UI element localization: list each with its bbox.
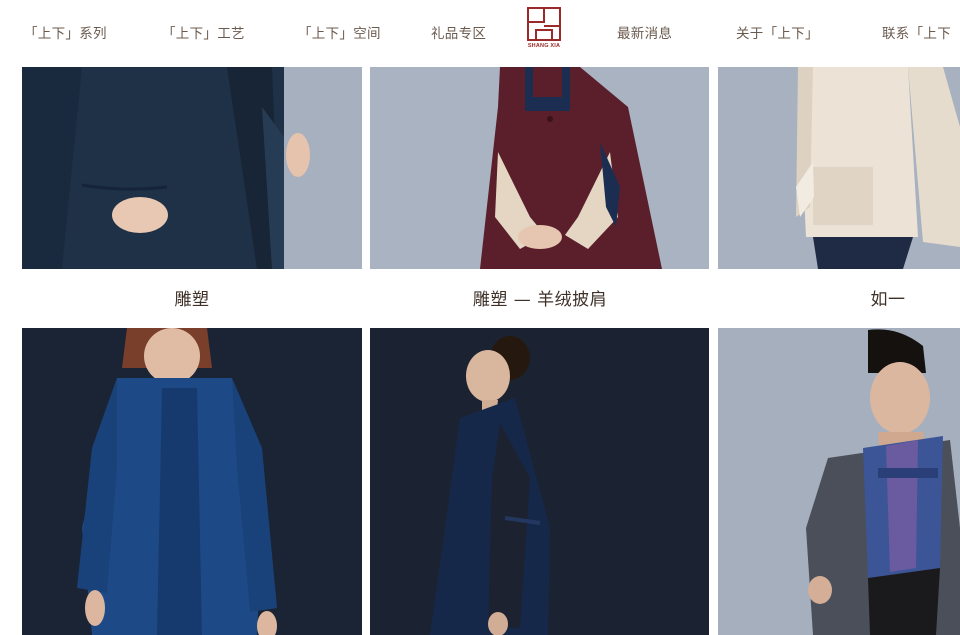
product-caption[interactable]: 雕塑 — 羊绒披肩 (370, 285, 710, 310)
navy-coat-photo-icon (22, 67, 362, 269)
product-card-6[interactable] (718, 328, 960, 635)
scarf-man-photo-icon (718, 328, 960, 635)
site-header: 「上下」系列 「上下」工艺 「上下」空间 礼品专区 SHANG XIA 最新消息… (0, 0, 960, 67)
product-card-4[interactable] (22, 328, 362, 635)
nav-about[interactable]: 关于「上下」 (736, 22, 819, 42)
product-card-2[interactable]: 雕塑 — 羊绒披肩 (370, 67, 710, 317)
product-photo[interactable] (22, 67, 362, 269)
product-caption[interactable]: 如一 (718, 285, 960, 310)
product-photo[interactable] (718, 328, 960, 635)
nav-contact[interactable]: 联系「上下 (882, 22, 951, 42)
logo-mark-icon (527, 7, 561, 41)
product-card-5[interactable] (370, 328, 709, 635)
product-photo[interactable] (718, 67, 960, 269)
product-photo[interactable] (370, 67, 709, 269)
brand-logo[interactable]: SHANG XIA (526, 6, 562, 52)
product-photo[interactable] (22, 328, 362, 635)
product-card-3[interactable]: 如一 (718, 67, 960, 317)
logo-text: SHANG XIA (527, 43, 561, 49)
navy-vest-woman-photo-icon (370, 328, 709, 635)
blue-coat-woman-photo-icon (22, 328, 362, 635)
cream-cardigan-photo-icon (718, 67, 960, 269)
nav-series[interactable]: 「上下」系列 (24, 22, 107, 42)
product-card-1[interactable]: 雕塑 (22, 67, 362, 317)
nav-news[interactable]: 最新消息 (617, 22, 672, 42)
nav-gifts[interactable]: 礼品专区 (431, 22, 486, 42)
nav-space[interactable]: 「上下」空间 (298, 22, 381, 42)
product-photo[interactable] (370, 328, 709, 635)
nav-craft[interactable]: 「上下」工艺 (162, 22, 245, 42)
burgundy-cape-photo-icon (370, 67, 709, 269)
product-caption[interactable]: 雕塑 (22, 285, 362, 310)
